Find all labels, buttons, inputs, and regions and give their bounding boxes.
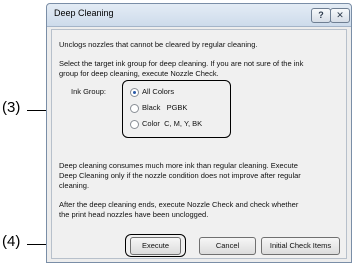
ink-option-label: Black PGBK bbox=[142, 103, 188, 112]
dialog-body: Unclogs nozzles that cannot be cleared b… bbox=[51, 29, 347, 259]
ink-group-label: Ink Group: bbox=[71, 87, 107, 96]
radio-color[interactable] bbox=[130, 120, 139, 129]
after-line-2: the print head nozzles have been unclogg… bbox=[59, 210, 209, 219]
title-bar: Deep Cleaning ? ✕ bbox=[47, 4, 351, 27]
callout-3: (3) bbox=[2, 99, 21, 116]
warning-line-2: Deep Cleaning only if the nozzle conditi… bbox=[59, 171, 301, 180]
radio-black[interactable] bbox=[130, 104, 139, 113]
callout-4: (4) bbox=[2, 233, 21, 250]
ink-option-label: All Colors bbox=[142, 87, 175, 96]
warning-line-3: cleaning. bbox=[59, 181, 90, 190]
execute-button[interactable]: Execute bbox=[130, 237, 181, 255]
after-line-1: After the deep cleaning ends, execute No… bbox=[59, 200, 299, 209]
close-button[interactable]: ✕ bbox=[330, 8, 350, 23]
help-button[interactable]: ? bbox=[311, 8, 331, 23]
instructions-line-1: Select the target ink group for deep cle… bbox=[59, 59, 304, 68]
ink-option-label: Color C, M, Y, BK bbox=[142, 119, 203, 128]
warning-line-1: Deep cleaning consumes much more ink tha… bbox=[59, 161, 298, 170]
initial-check-items-button[interactable]: Initial Check Items bbox=[261, 237, 340, 255]
dialog-title: Deep Cleaning bbox=[54, 8, 114, 18]
instructions-line-2: group for deep cleaning, execute Nozzle … bbox=[59, 69, 219, 78]
radio-all-colors[interactable] bbox=[130, 88, 139, 97]
deep-cleaning-dialog: Deep Cleaning ? ✕ Unclogs nozzles that c… bbox=[46, 3, 352, 263]
cancel-button[interactable]: Cancel bbox=[199, 237, 256, 255]
intro-text: Unclogs nozzles that cannot be cleared b… bbox=[59, 40, 258, 49]
